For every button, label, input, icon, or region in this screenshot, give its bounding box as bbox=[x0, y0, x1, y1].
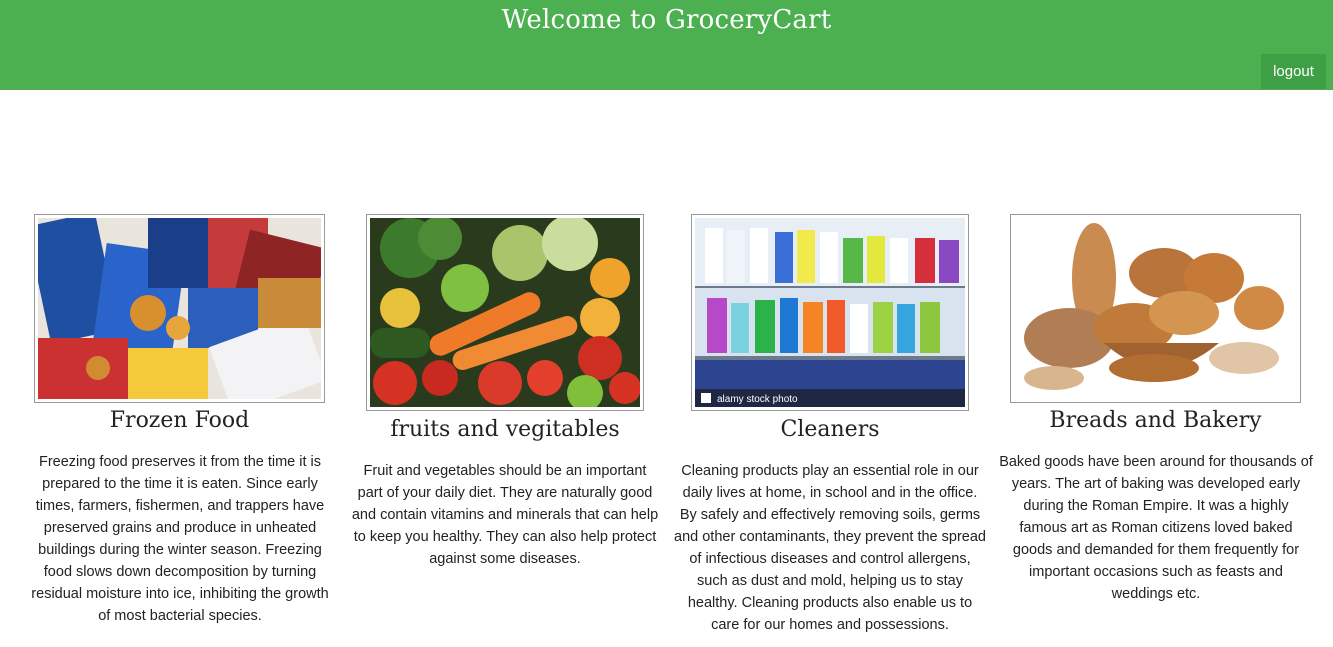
category-description: Freezing food preserves it from the time… bbox=[31, 454, 329, 624]
logout-button[interactable]: logout bbox=[1261, 54, 1326, 89]
page-title: Welcome to GroceryCart bbox=[501, 5, 832, 35]
category-title[interactable]: Breads and Bakery bbox=[1010, 408, 1301, 433]
category-title[interactable]: Frozen Food bbox=[34, 408, 325, 433]
category-description: Baked goods have been around for thousan… bbox=[999, 454, 1313, 602]
frozen-food-image[interactable] bbox=[34, 214, 325, 403]
category-description: Fruit and vegetables should be an import… bbox=[351, 463, 659, 567]
image-watermark: alamy stock photo bbox=[717, 394, 798, 405]
bread-bakery-image[interactable] bbox=[1010, 214, 1301, 403]
category-description: Cleaning products play an essential role… bbox=[674, 463, 986, 633]
category-title[interactable]: Cleaners bbox=[691, 417, 969, 442]
fruits-vegetables-image[interactable] bbox=[366, 214, 644, 411]
category-title[interactable]: fruits and vegitables bbox=[366, 417, 644, 442]
app-header: Welcome to GroceryCart logout bbox=[0, 0, 1333, 90]
cleaners-image[interactable]: alamy stock photo bbox=[691, 214, 969, 411]
